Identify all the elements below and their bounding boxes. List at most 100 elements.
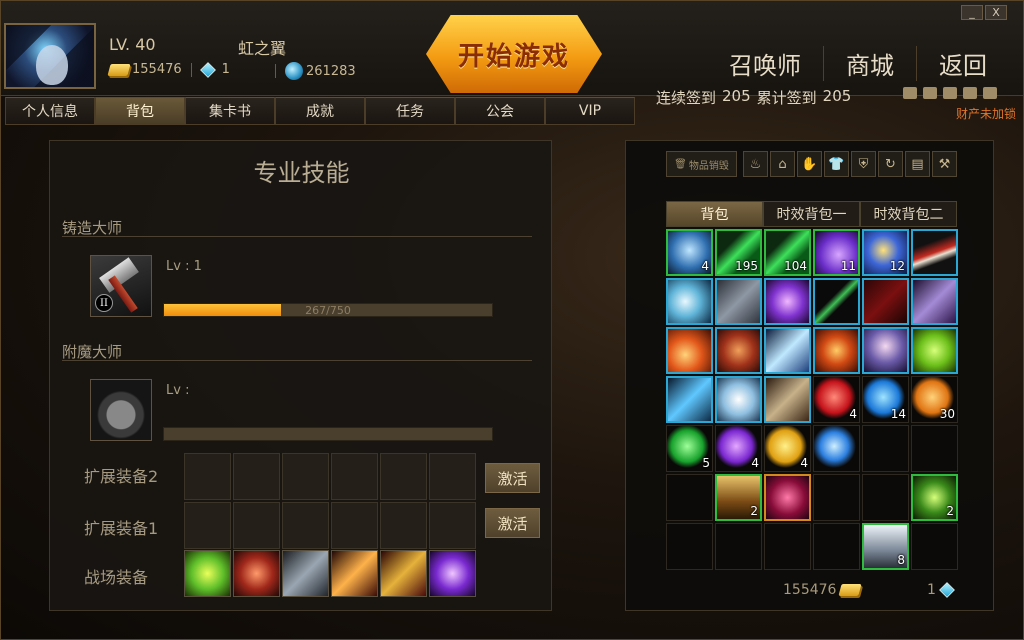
mail-icon[interactable] (923, 87, 937, 99)
bag-slot[interactable]: 2 (911, 474, 958, 521)
hammer-icon[interactable] (282, 550, 329, 597)
user-icon[interactable] (983, 87, 997, 99)
ext-equip-1-slots (184, 502, 476, 549)
bag-slot[interactable]: 11 (813, 229, 860, 276)
bag-slot-empty[interactable] (666, 474, 713, 521)
equip-slot[interactable] (282, 453, 329, 500)
equip-slot[interactable] (380, 502, 427, 549)
nav-back[interactable]: 返回 (916, 46, 1009, 81)
bag-slot[interactable]: 14 (862, 376, 909, 423)
hammer-tool-icon[interactable]: ⚒ (932, 151, 957, 177)
close-button[interactable]: X (985, 5, 1007, 20)
bag-slot[interactable] (911, 278, 958, 325)
bag-slot-empty[interactable] (666, 523, 713, 570)
bag-slot[interactable] (666, 278, 713, 325)
activate-ext-2-button[interactable]: 激活 (485, 463, 540, 493)
book-icon[interactable]: ▤ (905, 151, 930, 177)
hand-icon[interactable]: ✋ (797, 151, 822, 177)
equip-slot[interactable] (184, 453, 231, 500)
bag-slot[interactable] (715, 278, 762, 325)
equip-slot[interactable] (282, 502, 329, 549)
bag-tab-timed-2[interactable]: 时效背包二 (860, 201, 957, 227)
bag-slot[interactable] (715, 376, 762, 423)
store-icon[interactable]: ⌂ (770, 151, 795, 177)
green-boot-icon[interactable] (184, 550, 231, 597)
red-spear-icon[interactable] (380, 550, 427, 597)
destroy-items-button[interactable]: 🗑 物品销毁 (666, 151, 737, 177)
bag-slot[interactable]: 195 (715, 229, 762, 276)
bag-slot[interactable]: 4 (666, 229, 713, 276)
tab-vip[interactable]: VIP (545, 97, 635, 125)
tab-guild[interactable]: 公会 (455, 97, 545, 125)
bag-slot-empty[interactable] (911, 523, 958, 570)
enchant-skill-icon[interactable] (90, 379, 152, 441)
bag-slot[interactable] (764, 376, 811, 423)
armor-icon[interactable]: ⛨ (851, 151, 876, 177)
bag-slot[interactable] (862, 278, 909, 325)
bag-slot[interactable] (813, 425, 860, 472)
bag-slot-empty[interactable] (813, 523, 860, 570)
tab-achievements[interactable]: 成就 (275, 97, 365, 125)
forge-skill-icon[interactable]: II (90, 255, 152, 317)
bag-slot[interactable]: 2 (715, 474, 762, 521)
bag-slot[interactable] (911, 229, 958, 276)
points-value: 261283 (306, 63, 356, 79)
bag-slot[interactable] (715, 327, 762, 374)
bag-slot[interactable]: 4 (764, 425, 811, 472)
nav-shop[interactable]: 商城 (823, 46, 916, 81)
shirt-icon[interactable]: 👕 (824, 151, 849, 177)
asset-lock-status[interactable]: 财产未加锁 (956, 105, 1016, 122)
minimize-button[interactable]: _ (961, 5, 983, 20)
equip-slot[interactable] (429, 453, 476, 500)
bag-slot[interactable] (666, 376, 713, 423)
tab-bag[interactable]: 背包 (95, 97, 185, 125)
axe-icon[interactable] (233, 550, 280, 597)
equip-slot[interactable] (331, 453, 378, 500)
bag-slot[interactable] (813, 278, 860, 325)
bag-slot[interactable]: 8 (862, 523, 909, 570)
bag-slot[interactable]: 30 (911, 376, 958, 423)
player-avatar[interactable] (4, 23, 96, 89)
equip-slot[interactable] (380, 453, 427, 500)
lock-icon[interactable] (963, 87, 977, 99)
equip-slot[interactable] (429, 502, 476, 549)
bag-slot[interactable] (813, 327, 860, 374)
activate-ext-1-button[interactable]: 激活 (485, 508, 540, 538)
sort-icon[interactable]: ♨ (743, 151, 768, 177)
bag-slot-empty[interactable] (813, 474, 860, 521)
bag-slot[interactable] (666, 327, 713, 374)
bag-slot-empty[interactable] (715, 523, 762, 570)
settings-icon[interactable] (903, 87, 917, 99)
purple-bow-icon[interactable] (429, 550, 476, 597)
tab-card-book[interactable]: 集卡书 (185, 97, 275, 125)
tab-profile[interactable]: 个人信息 (5, 97, 95, 125)
bag-slot[interactable]: 12 (862, 229, 909, 276)
blue-swords-icon (766, 329, 809, 372)
friends-icon[interactable] (943, 87, 957, 99)
bag-slot[interactable] (764, 327, 811, 374)
bag-slot[interactable]: 5 (666, 425, 713, 472)
start-game-button[interactable]: 开始游戏 (426, 15, 602, 93)
equip-slot[interactable] (184, 502, 231, 549)
nav-summoner[interactable]: 召唤师 (707, 46, 823, 81)
bag-slot-empty[interactable] (862, 474, 909, 521)
equip-slot[interactable] (233, 453, 280, 500)
equip-slot[interactable] (233, 502, 280, 549)
bag-slot[interactable] (764, 474, 811, 521)
bag-slot[interactable]: 4 (715, 425, 762, 472)
bag-slot[interactable]: 104 (764, 229, 811, 276)
refresh-icon[interactable]: ↻ (878, 151, 903, 177)
bag-slot[interactable] (911, 327, 958, 374)
battle-equip-label: 战场装备 (84, 568, 149, 587)
bag-slot[interactable] (862, 327, 909, 374)
bag-slot[interactable] (764, 278, 811, 325)
bag-tab-main[interactable]: 背包 (666, 201, 763, 227)
bag-slot-empty[interactable] (862, 425, 909, 472)
bag-slot[interactable]: 4 (813, 376, 860, 423)
tab-tasks[interactable]: 任务 (365, 97, 455, 125)
equip-slot[interactable] (331, 502, 378, 549)
bag-slot-empty[interactable] (911, 425, 958, 472)
bag-tab-timed-1[interactable]: 时效背包一 (763, 201, 860, 227)
flame-staff-icon[interactable] (331, 550, 378, 597)
bag-slot-empty[interactable] (764, 523, 811, 570)
